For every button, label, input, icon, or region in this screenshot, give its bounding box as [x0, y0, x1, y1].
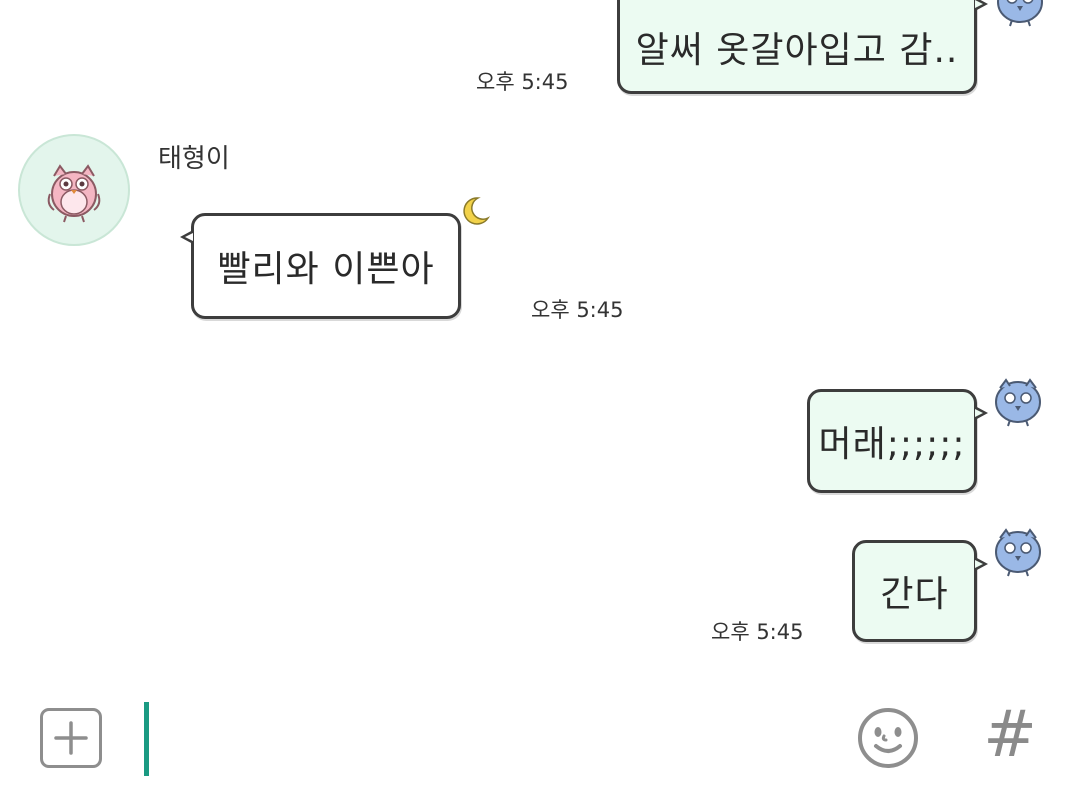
- message-time: 오후 5:45: [531, 298, 624, 322]
- message-bubble-sent[interactable]: 머래;;;;;;: [807, 389, 988, 493]
- sender-avatar[interactable]: [18, 134, 130, 246]
- moon-icon: [463, 197, 491, 225]
- message-text: 간다: [880, 574, 949, 615]
- message-text: 빨리와 이쁜아: [217, 249, 435, 290]
- message-time: 오후 5:45: [476, 70, 569, 94]
- hash-label: #: [983, 698, 1037, 772]
- text-cursor: [144, 702, 149, 776]
- smiley-icon[interactable]: [856, 706, 920, 770]
- message-input[interactable]: [145, 700, 835, 776]
- owl-sticker-icon: [997, 0, 1043, 27]
- message-bubble-received[interactable]: 빨리와 이쁜아: [180, 213, 461, 319]
- plus-icon: [54, 721, 88, 755]
- message-bubble-sent[interactable]: 간다: [852, 540, 988, 642]
- owl-sticker-icon: [995, 528, 1041, 577]
- pink-owl-avatar-icon: [47, 164, 101, 223]
- message-text: 알써 옷갈아입고 감..: [635, 30, 959, 71]
- attach-button[interactable]: [40, 708, 102, 768]
- chat-screen: 알써 옷갈아입고 감.. 오후 5:45 태형이 빨리와 이쁜아 오후 5:45: [0, 0, 1080, 810]
- message-composer: #: [0, 690, 1080, 810]
- message-bubble-sent[interactable]: 알써 옷갈아입고 감..: [617, 0, 988, 94]
- hashtag-button[interactable]: #: [978, 700, 1042, 770]
- sender-name: 태형이: [158, 144, 230, 174]
- message-time: 오후 5:45: [711, 620, 804, 644]
- message-text: 머래;;;;;;: [818, 424, 966, 465]
- owl-sticker-icon: [995, 378, 1041, 427]
